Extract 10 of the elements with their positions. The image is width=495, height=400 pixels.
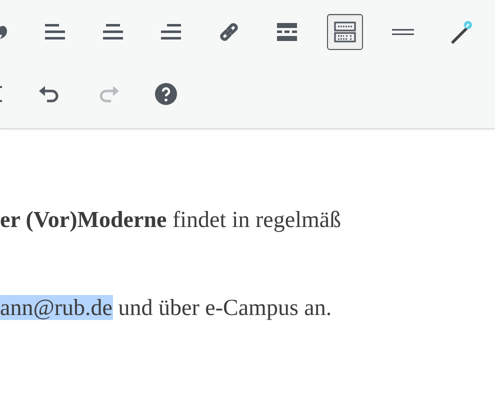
help-icon <box>154 82 178 106</box>
wand-icon <box>449 20 473 44</box>
toolbar-button[interactable] <box>327 14 363 50</box>
link-icon <box>217 20 241 44</box>
paragraph-text: er (Vor)Moderne findet in regelmäß <box>0 207 342 232</box>
horizontal-line-icon <box>392 28 414 36</box>
paragraph-text: und über e-Campus an. <box>117 295 332 320</box>
toolbar-toggle-icon <box>333 20 357 44</box>
read-more-icon <box>275 20 299 44</box>
selected-text: ann@rub.de <box>0 295 113 320</box>
